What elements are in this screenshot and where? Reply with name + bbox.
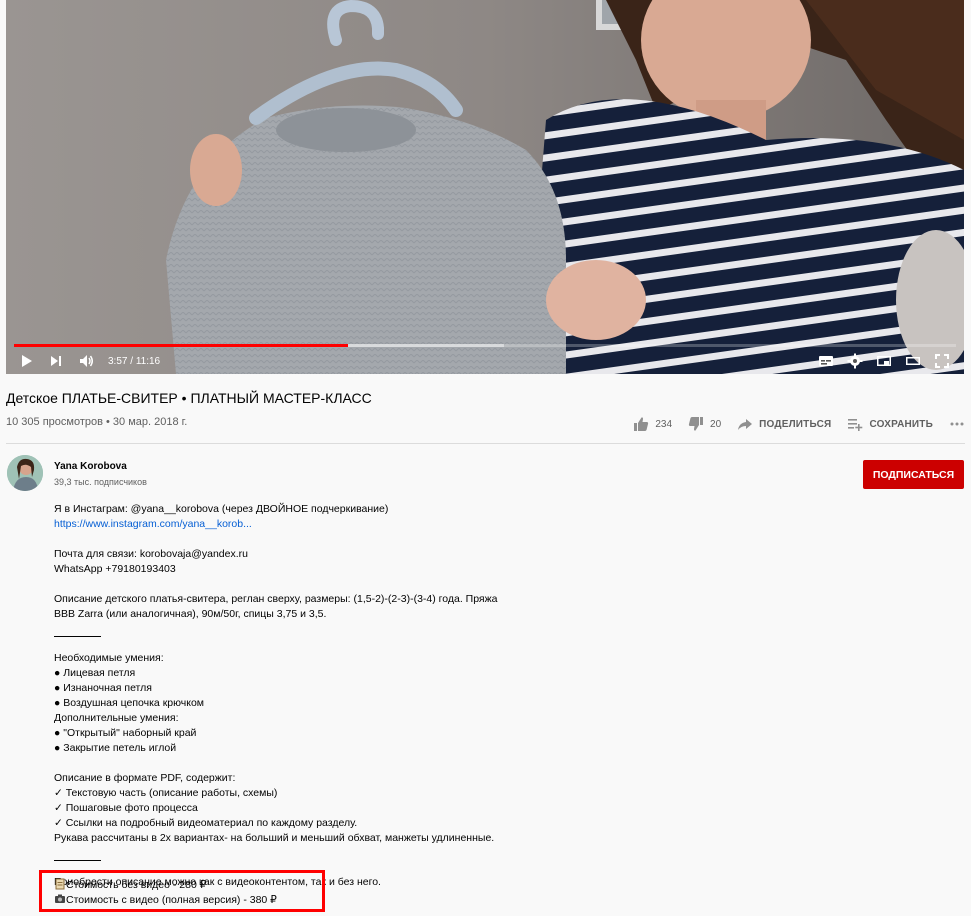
desc-pdf-item: ✓ Текстовую часть (описание работы, схем… <box>54 787 278 799</box>
desc-extra-skill: ● Закрытие петель иглой <box>54 742 177 754</box>
thumbs-up-icon <box>634 417 649 431</box>
desc-pdf-title: Описание в формате PDF, содержит: <box>54 772 236 784</box>
next-button[interactable] <box>44 350 68 372</box>
playlist-add-icon <box>848 419 863 431</box>
channel-name[interactable]: Yana Korobova <box>54 461 127 472</box>
subtitles-button[interactable] <box>814 350 838 372</box>
avatar-image <box>7 455 43 491</box>
player-controls: 3:57 / 11:16 <box>6 348 964 374</box>
desc-skills-title: Необходимые умения: <box>54 652 164 664</box>
theater-icon <box>906 357 920 365</box>
video-title: Детское ПЛАТЬЕ-СВИТЕР • ПЛАТНЫЙ МАСТЕР-К… <box>6 390 372 406</box>
settings-button[interactable] <box>843 350 867 372</box>
channel-avatar[interactable] <box>7 455 43 491</box>
section-divider <box>6 443 965 444</box>
miniplayer-icon <box>877 356 891 366</box>
subscribe-button[interactable]: ПОДПИСАТЬСЯ <box>863 460 964 489</box>
current-time: 3:57 <box>108 355 128 367</box>
play-icon <box>22 355 32 367</box>
desc-pdf-item: ✓ Пошаговые фото процесса <box>54 802 198 814</box>
next-icon <box>51 356 61 366</box>
fullscreen-icon <box>935 354 949 368</box>
time-display: 3:57 / 11:16 <box>108 356 160 367</box>
video-description: Я в Инстаграм: @yana__korobova (через ДВ… <box>54 502 498 890</box>
play-button[interactable] <box>14 350 38 372</box>
more-actions-button[interactable] <box>949 416 965 432</box>
desc-skill: ● Воздушная цепочка крючком <box>54 697 205 709</box>
desc-skill: ● Изнаночная петля <box>54 682 152 694</box>
subtitles-icon <box>819 356 833 366</box>
dislike-button[interactable]: 20 <box>688 416 721 432</box>
theater-button[interactable] <box>901 350 925 372</box>
desc-skill: ● Лицевая петля <box>54 667 136 679</box>
thumbs-down-icon <box>688 417 704 431</box>
video-frame <box>6 0 964 374</box>
progress-bar[interactable] <box>14 344 956 347</box>
price-highlight-box <box>39 870 325 912</box>
desc-about-2: ВВВ Zarra (или аналогичная), 90м/50г, сп… <box>54 608 327 620</box>
save-label: СОХРАНИТЬ <box>869 418 933 430</box>
instagram-link[interactable]: https://www.instagram.com/yana__korob... <box>54 518 252 530</box>
time-separator: / <box>127 355 136 367</box>
settings-icon <box>847 353 863 369</box>
video-meta: 10 305 просмотров • 30 мар. 2018 г. <box>6 416 188 428</box>
volume-icon <box>80 355 93 367</box>
progress-played <box>14 344 349 347</box>
miniplayer-button[interactable] <box>872 350 896 372</box>
desc-email: Почта для связи: korobovaja@yandex.ru <box>54 548 248 560</box>
share-button[interactable]: ПОДЕЛИТЬСЯ <box>737 416 831 432</box>
desc-instagram: Я в Инстаграм: @yana__korobova (через ДВ… <box>54 503 389 515</box>
desc-whatsapp: WhatsApp +79180193403 <box>54 563 176 575</box>
dislike-count: 20 <box>710 418 722 430</box>
desc-about-1: Описание детского платья-свитера, реглан… <box>54 593 498 605</box>
duration: 11:16 <box>135 355 161 367</box>
subscriber-count: 39,3 тыс. подписчиков <box>54 477 147 487</box>
share-label: ПОДЕЛИТЬСЯ <box>759 418 832 430</box>
more-horizontal-icon <box>950 422 964 426</box>
desc-separator <box>54 636 101 637</box>
fullscreen-button[interactable] <box>930 350 954 372</box>
desc-pdf-item: ✓ Ссылки на подробный видеоматериал по к… <box>54 817 358 829</box>
desc-separator <box>54 860 101 861</box>
share-icon <box>738 419 753 430</box>
desc-sleeves-note: Рукава рассчитаны в 2х вариантах- на бол… <box>54 832 495 844</box>
like-count: 234 <box>655 418 673 430</box>
desc-extra-title: Дополнительные умения: <box>54 712 179 724</box>
video-player[interactable]: 3:57 / 11:16 <box>6 0 964 374</box>
volume-button[interactable] <box>74 350 98 372</box>
desc-extra-skill: ● "Открытый" наборный край <box>54 727 197 739</box>
like-button[interactable]: 234 <box>633 416 672 432</box>
video-actions: 234 20 ПОДЕЛИТЬСЯ СОХРАНИТЬ <box>617 414 965 434</box>
save-button[interactable]: СОХРАНИТЬ <box>847 416 933 432</box>
